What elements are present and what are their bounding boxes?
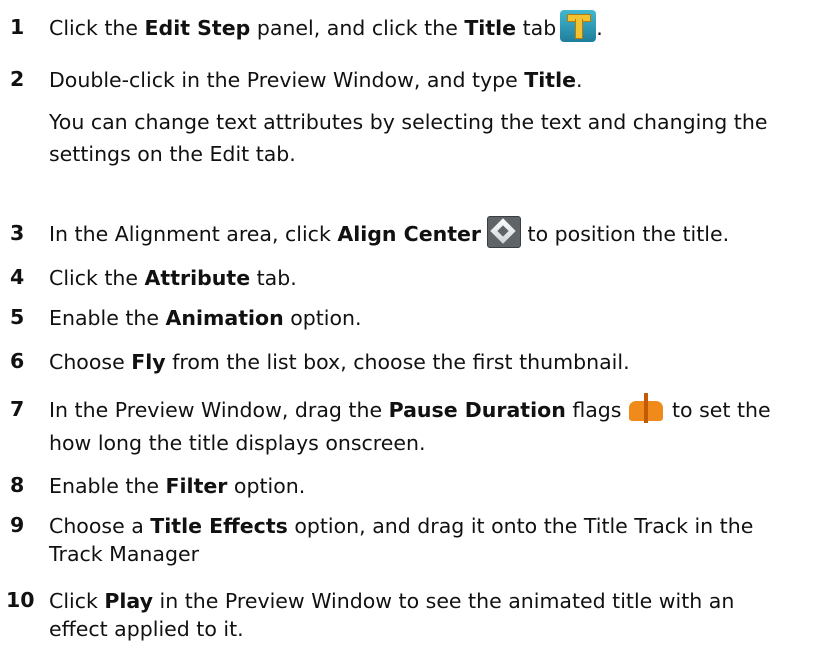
fly-term: Fly xyxy=(131,350,166,374)
title-term: Title xyxy=(524,68,577,92)
pause-duration-flags-icon xyxy=(627,393,665,423)
step-number: 4 xyxy=(10,265,25,289)
title-tab-icon xyxy=(560,10,597,42)
title-effects-term: Title Effects xyxy=(150,514,288,538)
step-text: Choose Fly from the list box, choose the… xyxy=(49,350,630,374)
step-number: 2 xyxy=(10,67,25,91)
pause-duration-term: Pause Duration xyxy=(388,398,566,422)
title-term: Title xyxy=(464,16,517,40)
play-term: Play xyxy=(104,589,153,613)
attribute-term: Attribute xyxy=(144,266,251,290)
animation-term: Animation xyxy=(165,306,284,330)
step-text-continued: how long the title displays onscreen. xyxy=(49,431,426,455)
step-text: Click the Edit Step panel, and click the… xyxy=(49,10,603,42)
align-center-term: Align Center xyxy=(337,222,482,246)
step-text: Click Play in the Preview Window to see … xyxy=(49,589,735,613)
edit-step-term: Edit Step xyxy=(144,16,251,40)
step-text: Enable the Animation option. xyxy=(49,306,362,330)
step-number: 1 xyxy=(10,15,25,39)
filter-term: Filter xyxy=(165,474,228,498)
step-text: Enable the Filter option. xyxy=(49,474,306,498)
step-number: 9 xyxy=(10,513,25,537)
step-number: 6 xyxy=(10,349,25,373)
step-number: 8 xyxy=(10,473,25,497)
step-text: Choose a Title Effects option, and drag … xyxy=(49,514,754,538)
step-text-continued: Track Manager xyxy=(49,542,200,566)
step-note: You can change text attributes by select… xyxy=(49,110,768,166)
step-number: 3 xyxy=(10,221,25,245)
align-center-icon xyxy=(487,216,522,248)
step-number: 5 xyxy=(10,305,25,329)
step-text: In the Alignment area, click Align Cente… xyxy=(49,216,729,248)
step-text: In the Preview Window, drag the Pause Du… xyxy=(49,393,771,423)
step-text: Double-click in the Preview Window, and … xyxy=(49,68,583,92)
step-text-continued: effect applied to it. xyxy=(49,617,244,641)
instruction-page: 1 Click the Edit Step panel, and click t… xyxy=(0,0,832,661)
step-text: Click the Attribute tab. xyxy=(49,266,297,290)
step-number: 7 xyxy=(10,397,25,421)
step-number: 10 xyxy=(6,588,35,612)
